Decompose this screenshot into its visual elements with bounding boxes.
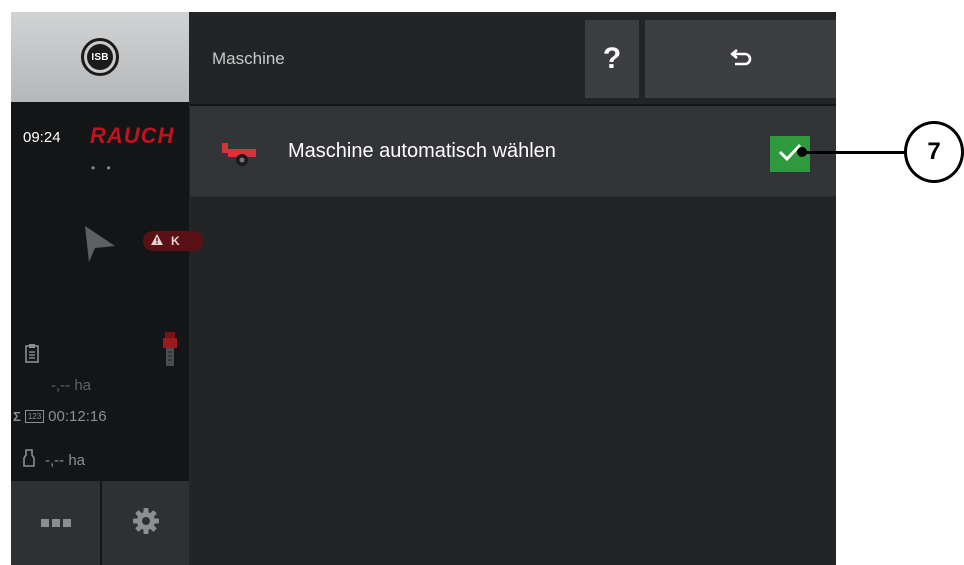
isb-icon: ISB xyxy=(81,38,119,76)
isb-label: ISB xyxy=(87,44,113,70)
sidebar: ISB 09:24 RAUCH • • K -,-- ha Σ 123 00:1… xyxy=(11,12,203,565)
settings-button[interactable] xyxy=(102,481,189,565)
total-time-row: Σ 123 00:12:16 xyxy=(13,408,107,425)
brand-logo: RAUCH xyxy=(90,123,175,148)
isb-button[interactable]: ISB xyxy=(11,12,189,102)
spreader-icon xyxy=(161,332,179,373)
counter-icon: 123 xyxy=(24,410,45,423)
list-divider xyxy=(190,196,836,197)
fill-icon xyxy=(23,449,35,471)
back-button[interactable] xyxy=(645,20,836,98)
clipboard-icon xyxy=(25,343,39,368)
elapsed-time: 00:12:16 xyxy=(48,408,107,425)
area-value-2: -,-- ha xyxy=(45,451,86,469)
terminal-screen: ISB 09:24 RAUCH • • K -,-- ha Σ 123 00:1… xyxy=(11,12,836,565)
clock: 09:24 xyxy=(23,129,61,146)
apps-menu-button[interactable] xyxy=(11,481,100,565)
warning-badge: K xyxy=(143,231,203,251)
gear-icon xyxy=(132,507,160,540)
status-dots: • • xyxy=(91,161,115,175)
direction-arrow-icon xyxy=(81,224,117,269)
warning-icon xyxy=(151,234,163,248)
list-item-label: Maschine automatisch wählen xyxy=(288,140,556,162)
list-item-auto-select-machine[interactable]: Maschine automatisch wählen xyxy=(190,106,836,196)
callout-leader-dot xyxy=(797,147,807,157)
menu-dot-icon xyxy=(40,519,49,527)
help-button[interactable]: ? xyxy=(585,20,639,98)
callout-leader-line xyxy=(800,151,907,154)
machine-icon xyxy=(222,143,262,174)
sigma-icon: Σ xyxy=(13,409,21,424)
menu-dot-icon xyxy=(51,519,60,527)
page-title: Maschine xyxy=(212,49,285,68)
area-value: -,-- ha xyxy=(51,377,92,394)
area-row-2: -,-- ha xyxy=(23,449,85,471)
menu-dot-icon xyxy=(62,519,71,527)
callout-number: 7 xyxy=(904,121,964,183)
header: Maschine ? xyxy=(190,12,836,104)
back-arrow-icon xyxy=(730,48,752,71)
warning-text: K xyxy=(171,234,180,248)
